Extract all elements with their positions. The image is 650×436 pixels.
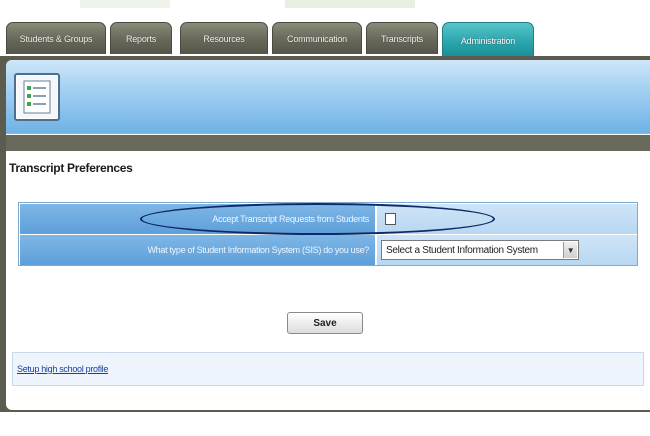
header-band: [6, 60, 650, 134]
link-panel: Setup high school profile: [12, 352, 644, 386]
sis-label: What type of Student Information System …: [20, 235, 375, 265]
chevron-down-icon[interactable]: ▼: [563, 242, 577, 258]
top-strip: [0, 0, 650, 22]
bottom-band: [0, 412, 650, 436]
tab-communication[interactable]: Communication: [272, 22, 362, 54]
tab-transcripts[interactable]: Transcripts: [366, 22, 438, 54]
tab-students-groups[interactable]: Students & Groups: [6, 22, 106, 54]
tab-bar: Students & Groups Reports Resources Comm…: [0, 22, 650, 58]
document-checklist-icon: [14, 73, 60, 121]
setup-high-school-profile-link[interactable]: Setup high school profile: [17, 364, 108, 374]
sis-cell: Select a Student Information System ▼: [377, 235, 637, 265]
tab-resources[interactable]: Resources: [180, 22, 268, 54]
section-title: Transcript Preferences: [9, 161, 133, 175]
separator-band: [6, 135, 650, 151]
save-button[interactable]: Save: [287, 312, 363, 334]
highlight-ellipse: [140, 203, 495, 235]
tab-administration[interactable]: Administration: [442, 22, 534, 58]
tab-reports[interactable]: Reports: [110, 22, 172, 54]
sis-select[interactable]: Select a Student Information System ▼: [381, 240, 579, 260]
preference-row-sis: What type of Student Information System …: [20, 235, 637, 265]
sis-select-value: Select a Student Information System: [386, 244, 538, 256]
